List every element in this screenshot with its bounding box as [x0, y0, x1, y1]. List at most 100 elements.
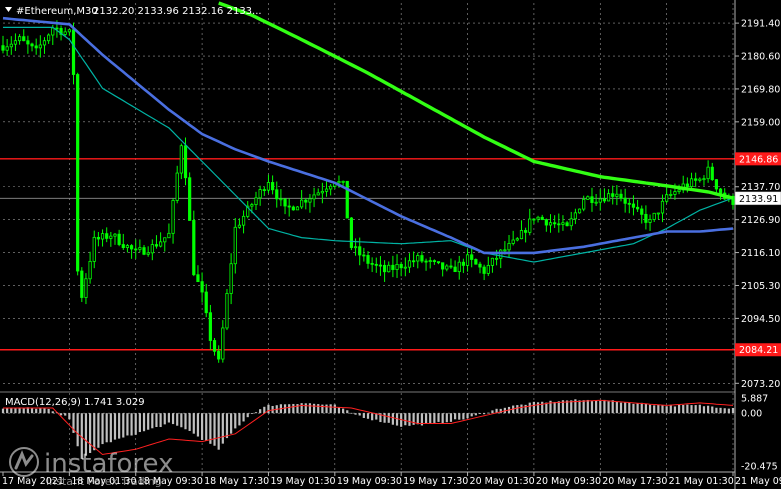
macd-bar — [462, 413, 465, 420]
macd-bar — [719, 407, 722, 414]
macd-bar — [105, 413, 108, 443]
macd-bar — [142, 413, 146, 432]
macd-bar — [615, 401, 618, 414]
macd-bar — [312, 403, 316, 414]
macd-bar — [163, 413, 166, 425]
macd-bar — [22, 408, 25, 414]
macd-bar — [433, 413, 436, 423]
macd-bar — [640, 402, 643, 414]
macd-bar — [387, 413, 390, 423]
macd-scale-label: 0.00 — [741, 409, 762, 420]
macd-bar — [254, 412, 258, 414]
macd-bar — [122, 413, 125, 438]
macd-bar — [636, 403, 639, 414]
macd-bar — [64, 413, 67, 416]
macd-bar — [246, 413, 249, 418]
chart-terminal[interactable]: 2191.402180.602169.802159.002137.702126.… — [0, 0, 781, 489]
macd-bar — [553, 401, 556, 414]
macd-bar — [134, 413, 137, 435]
macd-bar — [317, 404, 320, 414]
macd-bar — [408, 413, 411, 426]
macd-bar — [478, 413, 482, 414]
macd-scale-label: 5.887 — [741, 394, 768, 405]
macd-bar — [545, 402, 548, 414]
macd-bar — [118, 413, 121, 439]
macd-bar — [346, 410, 349, 414]
macd-bar — [371, 413, 374, 421]
macd-bar — [628, 402, 631, 414]
macd-bar — [329, 404, 332, 414]
x-tick-label: 20 May 09:30 — [536, 476, 601, 487]
macd-bar — [288, 404, 291, 414]
macd-bar — [350, 412, 353, 414]
macd-bar — [217, 413, 220, 450]
macd-scale-label: -20.475 — [741, 462, 778, 473]
macd-bar — [97, 413, 100, 448]
macd-bar — [474, 413, 477, 416]
macd-bar — [213, 413, 216, 446]
symbol-timeframe: #Ethereum,M30 — [16, 6, 98, 17]
macd-bar — [6, 407, 9, 414]
macd-bar — [483, 413, 486, 415]
y-tick-label: 2073.20 — [741, 379, 780, 390]
macd-bar — [686, 404, 689, 414]
macd-bar — [171, 413, 175, 425]
candle — [188, 172, 192, 221]
y-tick-label: 2126.90 — [741, 215, 780, 226]
macd-bar — [454, 413, 457, 420]
macd-bar — [723, 408, 726, 414]
x-tick-label: 21 May 09:30 — [735, 476, 781, 487]
macd-bar — [109, 413, 112, 443]
macd-bar — [669, 404, 672, 414]
macd-bar — [321, 404, 324, 414]
macd-bar — [354, 413, 357, 415]
macd-label: MACD(12,26,9) 1.741 3.029 — [5, 397, 145, 408]
macd-bar — [429, 413, 432, 423]
macd-bar — [188, 413, 191, 431]
macd-bar — [586, 399, 589, 414]
macd-bar — [711, 406, 714, 414]
macd-bar — [39, 407, 42, 414]
macd-bar — [578, 400, 581, 414]
candle — [80, 267, 84, 303]
macd-bar — [296, 404, 299, 414]
macd-bar — [404, 413, 407, 426]
macd-bar — [89, 413, 92, 453]
macd-bar — [624, 402, 627, 414]
ohlc-readout: 2132.20 2133.96 2132.16 2133... — [93, 6, 262, 17]
macd-bar — [200, 413, 204, 440]
macd-bar — [437, 413, 440, 422]
macd-bar — [516, 405, 519, 414]
y-tick-label: 2180.60 — [741, 52, 780, 63]
candle — [349, 217, 354, 251]
macd-bar — [51, 411, 54, 414]
candle — [192, 210, 196, 277]
macd-bar — [283, 404, 287, 414]
candle — [474, 258, 478, 265]
macd-bar — [138, 413, 141, 433]
macd-bar — [595, 400, 598, 414]
macd-bar — [599, 400, 602, 414]
macd-bar — [325, 404, 328, 414]
macd-bar — [300, 403, 303, 414]
macd-bar — [665, 406, 668, 414]
x-tick-label: 19 May 09:30 — [337, 476, 402, 487]
macd-bar — [101, 413, 104, 445]
logo-tagline: Instant Forex Trading — [46, 475, 162, 488]
macd-bar — [702, 406, 706, 414]
macd-bar — [694, 405, 697, 414]
macd-bar — [267, 404, 270, 414]
macd-bar — [445, 413, 448, 423]
x-tick-label: 21 May 01:30 — [669, 476, 734, 487]
x-tick-label: 19 May 17:30 — [403, 476, 468, 487]
macd-bar — [470, 413, 473, 417]
macd-bar — [196, 413, 200, 437]
macd-bar — [653, 405, 656, 414]
macd-bar — [263, 406, 266, 414]
candle — [225, 288, 229, 331]
macd-bar — [250, 413, 253, 414]
macd-bar — [59, 413, 63, 416]
macd-bar — [304, 403, 307, 414]
macd-bar — [607, 401, 610, 414]
macd-bar — [362, 413, 365, 418]
